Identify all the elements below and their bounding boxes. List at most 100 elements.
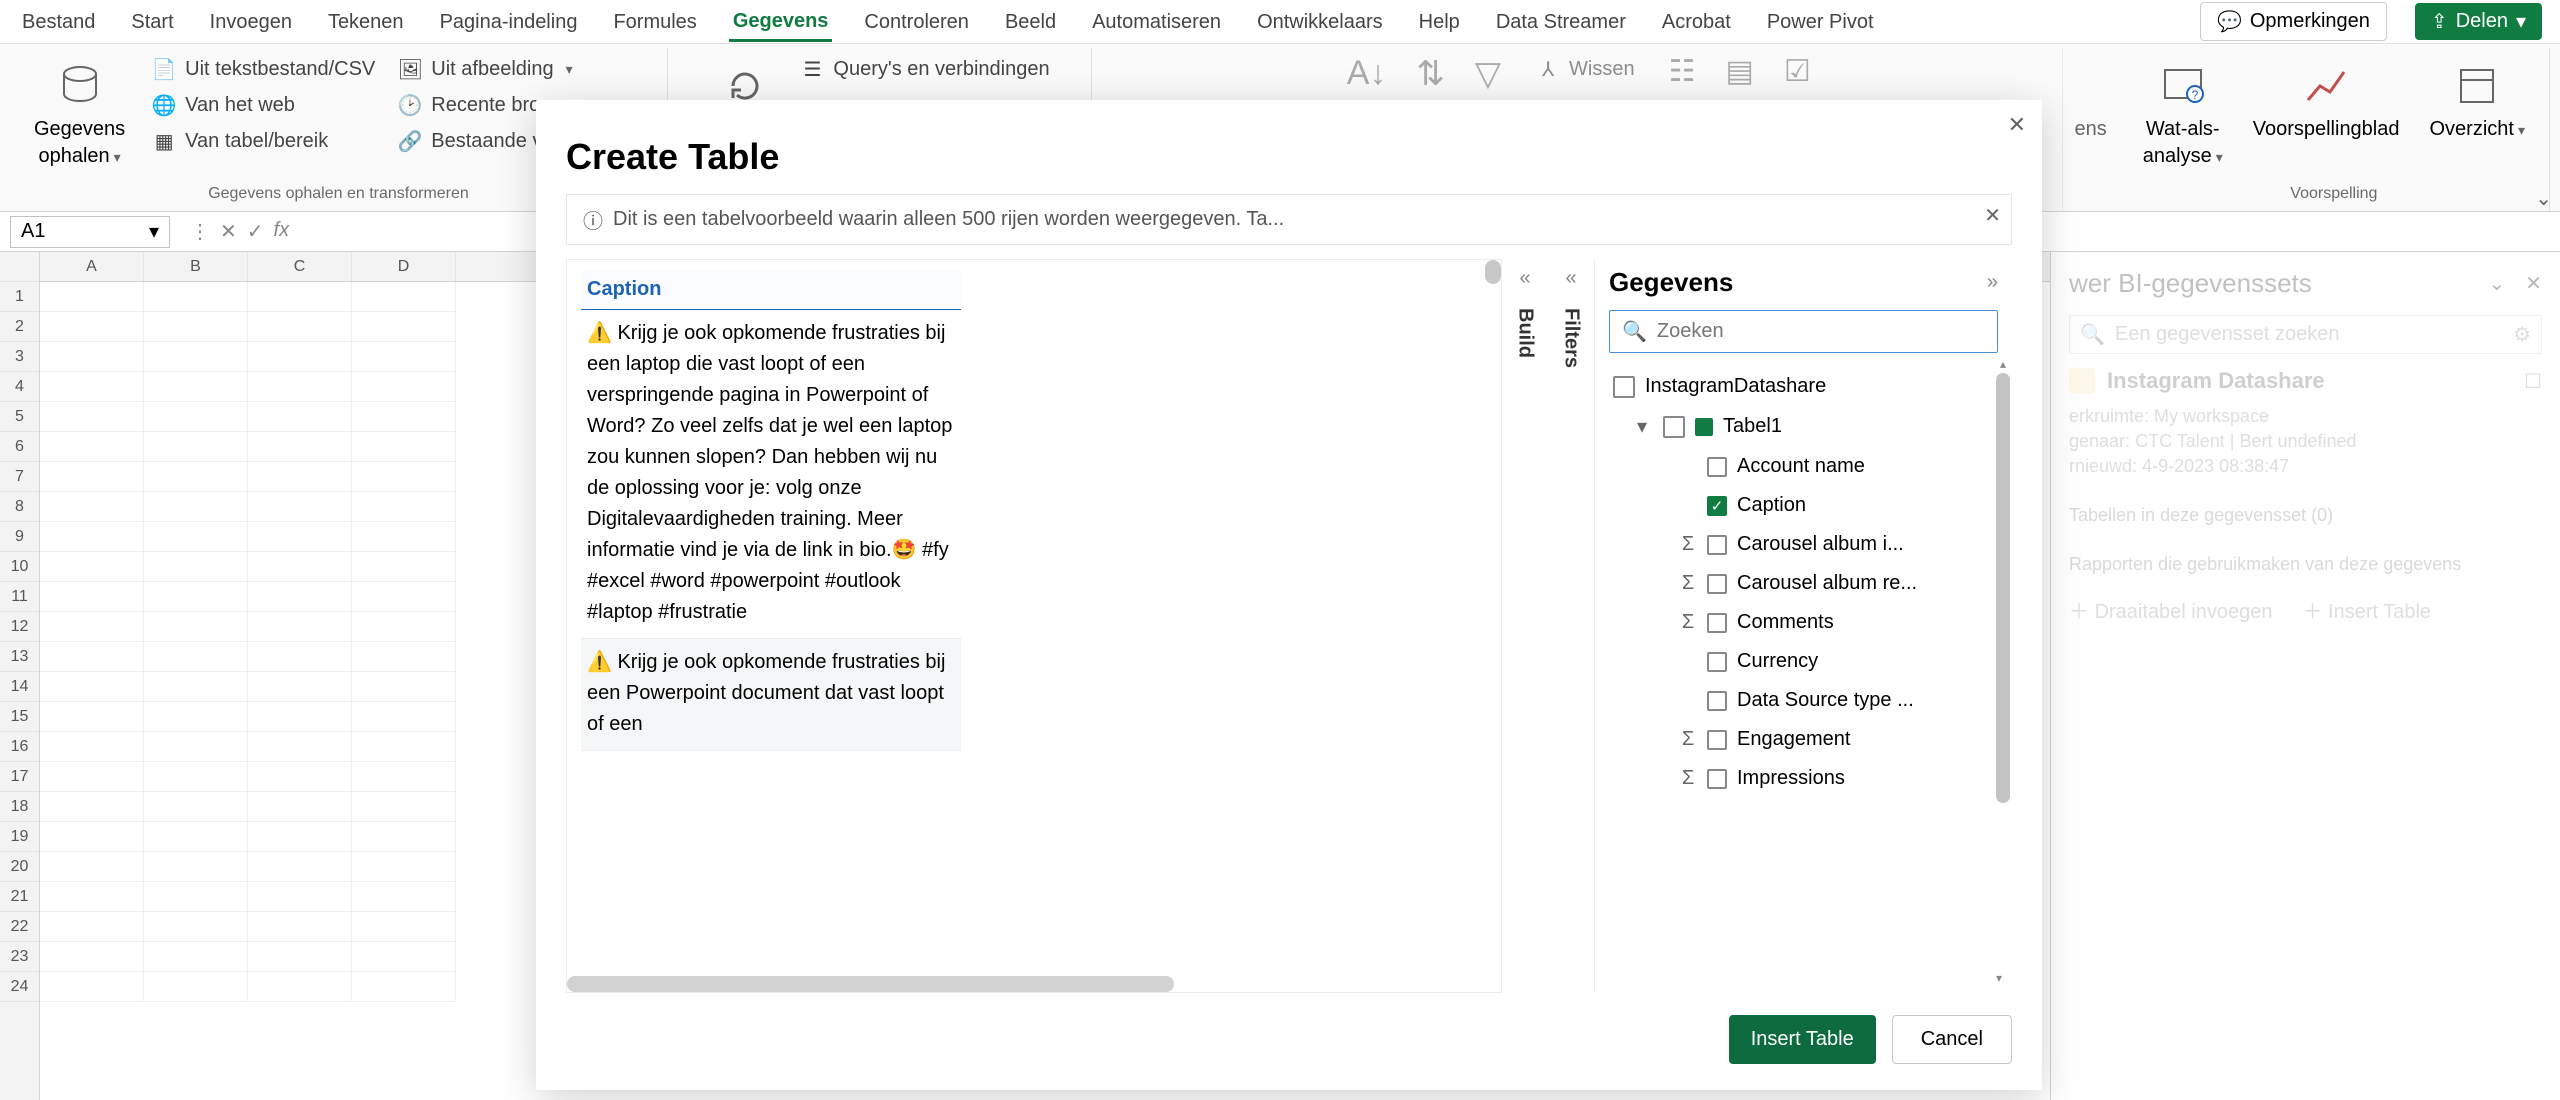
tab-tekenen[interactable]: Tekenen — [324, 3, 408, 40]
cell[interactable] — [352, 432, 456, 462]
field-item[interactable]: ✓Caption — [1609, 486, 2006, 525]
filter-icon[interactable]: ⚙ — [2513, 322, 2531, 347]
from-table-range-button[interactable]: ▦Van tabel/bereik — [147, 126, 379, 156]
cell[interactable] — [144, 762, 248, 792]
scrollbar-thumb[interactable] — [1996, 373, 2010, 803]
tab-gegevens[interactable]: Gegevens — [729, 2, 833, 42]
cell[interactable] — [144, 432, 248, 462]
close-icon[interactable]: ✕ — [2525, 271, 2542, 296]
cell[interactable] — [40, 852, 144, 882]
column-header[interactable]: D — [352, 252, 456, 281]
cell[interactable] — [352, 492, 456, 522]
cell[interactable] — [248, 972, 352, 1002]
queries-connections-button[interactable]: ☰Query's en verbindingen — [795, 54, 1053, 84]
cell[interactable] — [144, 732, 248, 762]
field-checkbox[interactable] — [1707, 535, 1727, 555]
cell[interactable] — [248, 312, 352, 342]
tab-power-pivot[interactable]: Power Pivot — [1763, 3, 1878, 40]
cell[interactable] — [144, 672, 248, 702]
dropdown-icon[interactable]: ⋮ — [190, 219, 210, 244]
what-if-button[interactable]: ? Wat-als- analyse — [2135, 54, 2231, 172]
cell[interactable] — [352, 912, 456, 942]
from-web-button[interactable]: 🌐Van het web — [147, 90, 379, 120]
row-header[interactable]: 12 — [0, 612, 39, 642]
cell[interactable] — [40, 822, 144, 852]
popout-icon[interactable]: ☐ — [2524, 369, 2542, 394]
column-header[interactable]: A — [40, 252, 144, 281]
data-validation-icon[interactable]: ☑ — [1784, 54, 1811, 89]
cell[interactable] — [40, 942, 144, 972]
row-header[interactable]: 17 — [0, 762, 39, 792]
field-item[interactable]: Currency — [1609, 642, 2006, 681]
cell[interactable] — [40, 402, 144, 432]
scrollbar-thumb[interactable] — [1485, 260, 1501, 284]
cell[interactable] — [40, 372, 144, 402]
tab-filters[interactable]: Filters — [1560, 308, 1583, 368]
cell[interactable] — [352, 882, 456, 912]
cell[interactable] — [248, 702, 352, 732]
field-checkbox[interactable] — [1707, 457, 1727, 477]
cell[interactable] — [144, 612, 248, 642]
filter-icon[interactable]: ▽ — [1475, 54, 1501, 94]
cell[interactable] — [248, 882, 352, 912]
field-item[interactable]: ΣComments — [1609, 603, 2006, 642]
row-header[interactable]: 2 — [0, 312, 39, 342]
cell[interactable] — [352, 762, 456, 792]
from-text-csv-button[interactable]: 📄Uit tekstbestand/CSV — [147, 54, 379, 84]
row-header[interactable]: 4 — [0, 372, 39, 402]
ribbon-collapse-icon[interactable]: ⌄ — [2535, 186, 2552, 211]
cell[interactable] — [144, 852, 248, 882]
column-header[interactable]: C — [248, 252, 352, 281]
name-box[interactable]: A1 ▾ — [10, 216, 170, 248]
chevron-down-icon[interactable]: ⌄ — [2488, 271, 2505, 296]
fx-icon[interactable]: fx — [274, 219, 290, 244]
row-header[interactable]: 14 — [0, 672, 39, 702]
cell[interactable] — [352, 702, 456, 732]
row-header[interactable]: 11 — [0, 582, 39, 612]
cell[interactable] — [248, 672, 352, 702]
cell[interactable] — [248, 552, 352, 582]
collapse-build-icon[interactable]: « — [1519, 267, 1530, 290]
field-item[interactable]: Data Source type ... — [1609, 681, 2006, 720]
from-image-button[interactable]: 🖼Uit afbeelding — [393, 54, 651, 84]
table-node[interactable]: Tabel1 — [1609, 406, 2006, 447]
confirm-icon[interactable]: ✓ — [247, 219, 264, 244]
cell[interactable] — [248, 642, 352, 672]
dataset-search-input[interactable]: 🔍 Een gegevensset zoeken ⚙ — [2069, 315, 2542, 354]
cell[interactable] — [144, 912, 248, 942]
row-header[interactable]: 15 — [0, 702, 39, 732]
field-checkbox[interactable] — [1707, 769, 1727, 789]
cell[interactable] — [248, 432, 352, 462]
cell[interactable] — [352, 372, 456, 402]
row-header[interactable]: 1 — [0, 282, 39, 312]
tab-beeld[interactable]: Beeld — [1001, 3, 1060, 40]
cell[interactable] — [248, 612, 352, 642]
cell[interactable] — [352, 522, 456, 552]
forecast-sheet-button[interactable]: Voorspellingblad — [2245, 54, 2408, 145]
cell[interactable] — [248, 822, 352, 852]
cell[interactable] — [248, 372, 352, 402]
tab-automatiseren[interactable]: Automatiseren — [1088, 3, 1225, 40]
cell[interactable] — [352, 792, 456, 822]
overview-button[interactable]: Overzicht — [2422, 54, 2534, 145]
close-icon[interactable]: ✕ — [2008, 112, 2026, 138]
tab-ontwikkelaars[interactable]: Ontwikkelaars — [1253, 3, 1387, 40]
row-header[interactable]: 22 — [0, 912, 39, 942]
cell[interactable] — [144, 492, 248, 522]
cell[interactable] — [40, 522, 144, 552]
cell[interactable] — [144, 342, 248, 372]
cell[interactable] — [144, 312, 248, 342]
field-checkbox[interactable] — [1707, 691, 1727, 711]
tab-pagina[interactable]: Pagina-indeling — [436, 3, 582, 40]
cell[interactable] — [352, 822, 456, 852]
cell[interactable] — [352, 672, 456, 702]
row-header[interactable]: 24 — [0, 972, 39, 1002]
cell[interactable] — [40, 672, 144, 702]
cell[interactable] — [40, 462, 144, 492]
close-icon[interactable]: ✕ — [1984, 203, 2001, 228]
get-data-button[interactable]: Gegevens ophalen — [26, 54, 133, 172]
cell[interactable] — [248, 762, 352, 792]
dataset-node[interactable]: InstagramDatashare — [1609, 367, 2006, 406]
cell[interactable] — [144, 552, 248, 582]
cell[interactable] — [40, 912, 144, 942]
